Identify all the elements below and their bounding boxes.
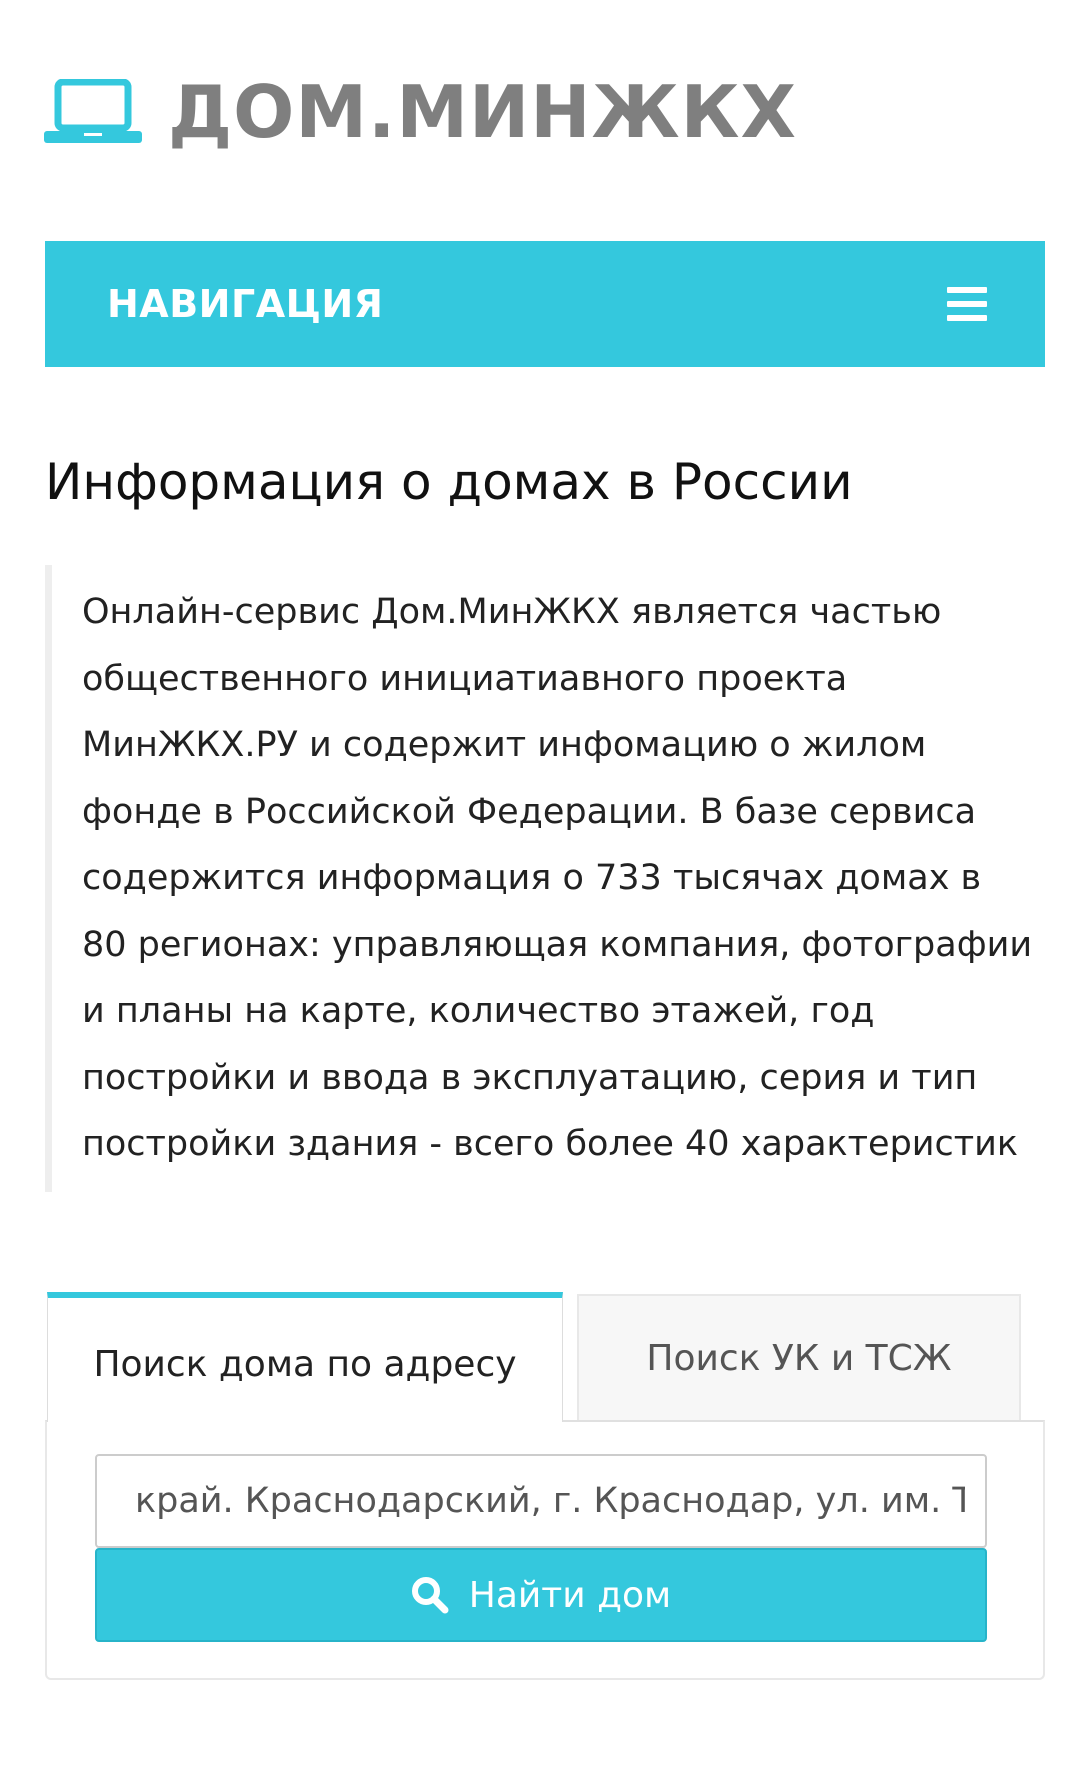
tab-company-search[interactable]: Поиск УК и ТСЖ: [577, 1294, 1021, 1420]
find-house-label: Найти дом: [468, 1574, 672, 1616]
service-description: Онлайн-сервис Дом.МинЖКХ является частью…: [45, 565, 1035, 1192]
tab-address-search[interactable]: Поиск дома по адресу: [47, 1292, 563, 1422]
hamburger-menu-icon[interactable]: [947, 287, 987, 321]
logo-text: ДОМ.МИНЖКХ: [168, 70, 797, 154]
search-panel: Найти дом: [45, 1420, 1045, 1680]
navigation-label: НАВИГАЦИЯ: [107, 282, 384, 326]
site-logo[interactable]: ДОМ.МИНЖКХ: [44, 62, 797, 162]
search-tabs: Поиск дома по адресу Поиск УК и ТСЖ: [45, 1292, 1045, 1422]
search-icon: [411, 1577, 449, 1614]
page-title: Информация о домах в России: [45, 453, 853, 511]
find-house-button[interactable]: Найти дом: [95, 1548, 987, 1642]
navigation-bar[interactable]: НАВИГАЦИЯ: [45, 241, 1045, 367]
address-search-input[interactable]: [95, 1454, 987, 1548]
laptop-icon: [44, 79, 142, 143]
